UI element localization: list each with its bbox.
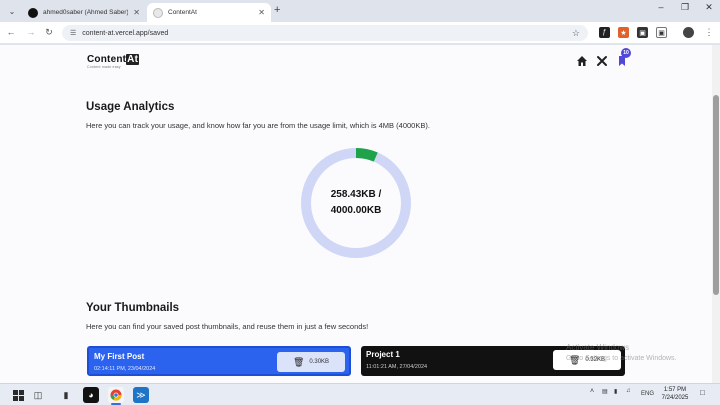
activate-windows-subtitle: Go to Settings to activate Windows. [566, 355, 677, 362]
extension-icon[interactable]: ★ [618, 27, 629, 38]
url-text[interactable]: content-at.vercel.app/saved [82, 30, 572, 37]
back-arrow-icon[interactable]: ← [4, 27, 18, 37]
vscode-icon[interactable]: ≫ [133, 387, 149, 403]
network-icon[interactable]: ▤ [602, 388, 608, 395]
file-explorer-icon[interactable]: ▮ [58, 387, 74, 403]
brand-text: Content [87, 54, 127, 65]
browser-tab-strip: ⌄ ahmed0saber (Ahmed Saber) ✕ ContentAt … [0, 0, 720, 22]
usage-used-value: 258.43KB / [330, 189, 382, 200]
usage-analytics-title: Usage Analytics [86, 101, 175, 113]
browser-menu-icon[interactable]: ⋮ [702, 27, 716, 38]
tab-label: ahmed0saber (Ahmed Saber) [43, 9, 129, 16]
address-bar[interactable]: ☰ content-at.vercel.app/saved ☆ [62, 25, 588, 41]
tab-github[interactable]: ahmed0saber (Ahmed Saber) ✕ [22, 3, 146, 22]
reload-icon[interactable]: ↻ [42, 27, 56, 38]
browser-toolbar: ← → ↻ ☰ content-at.vercel.app/saved ☆ ƒ … [0, 22, 720, 44]
thumbnails-description: Here you can find your saved post thumbn… [86, 322, 369, 331]
site-info-icon[interactable]: ☰ [70, 29, 76, 37]
page-content: ContentAt Content made easy 10 Usage Ana… [0, 45, 712, 383]
volume-icon[interactable]: ♫ [626, 388, 631, 394]
saved-bookmark-icon[interactable]: 10 [616, 48, 631, 67]
tab-close-icon[interactable]: ✕ [258, 8, 265, 17]
windows-taskbar: ◫ ▮ ◕ ≫ ˄ ▤ ▮ ♫ ENG 1:57 PM 7/24/2025 □ [0, 383, 720, 405]
new-tab-plus-icon[interactable]: + [274, 4, 280, 16]
usage-analytics-description: Here you can track your usage, and know … [86, 121, 430, 130]
tab-contentat[interactable]: ContentAt ✕ [147, 3, 271, 22]
battery-icon[interactable]: ▮ [614, 388, 617, 395]
brand-tagline: Content made easy [87, 65, 121, 69]
clock-time: 1:57 PM [663, 387, 687, 393]
activate-windows-title: Activate Windows [566, 343, 630, 352]
brand-name: ContentAt [87, 54, 140, 65]
minimize-icon[interactable]: – [650, 2, 672, 12]
tray-overflow-icon[interactable]: ˄ [590, 388, 594, 395]
trash-icon: 🗑 [292, 356, 305, 367]
taskbar-clock[interactable]: 1:57 PM 7/24/2025 [656, 386, 694, 402]
tab-label: ContentAt [168, 9, 197, 16]
thumbnail-card[interactable]: My First Post 02:14:11 PM, 23/04/2024 🗑 … [87, 346, 351, 376]
clock-date: 7/24/2025 [661, 395, 689, 401]
tab-search-icon[interactable]: ⌄ [4, 4, 20, 18]
windows-start-icon[interactable] [10, 387, 26, 403]
thumbnail-size: 0.30KB [309, 359, 330, 365]
tools-icon[interactable] [596, 55, 608, 67]
extension-icon[interactable]: ▣ [637, 27, 648, 38]
brand-logo[interactable]: ContentAt Content made easy [87, 54, 140, 69]
tab-close-icon[interactable]: ✕ [133, 8, 140, 17]
github-desktop-icon[interactable]: ◕ [83, 387, 99, 403]
extensions-puzzle-icon[interactable]: ▣ [656, 27, 667, 38]
language-indicator[interactable]: ENG [641, 391, 654, 397]
thumbnails-title: Your Thumbnails [86, 302, 180, 314]
saved-count-badge: 10 [621, 48, 631, 58]
delete-thumbnail-button[interactable]: 🗑 0.30KB [277, 352, 345, 372]
usage-donut-label: 258.43KB / 4000.00KB [300, 147, 412, 259]
page-scrollbar[interactable] [712, 45, 720, 383]
profile-avatar-icon[interactable] [683, 27, 694, 38]
notifications-icon[interactable]: □ [700, 388, 705, 397]
usage-limit-value: 4000.00KB [330, 205, 382, 216]
scrollbar-thumb[interactable] [713, 95, 719, 295]
bookmark-star-icon[interactable]: ☆ [572, 28, 580, 39]
header-nav: 10 [576, 48, 631, 67]
home-icon[interactable] [576, 55, 588, 67]
brand-highlight: At [126, 54, 140, 65]
extension-icon[interactable]: ƒ [599, 27, 610, 38]
contentat-favicon-icon [153, 7, 163, 18]
chrome-icon[interactable] [108, 387, 124, 405]
forward-arrow-icon[interactable]: → [24, 27, 38, 37]
window-close-icon[interactable]: ✕ [698, 2, 720, 13]
task-view-icon[interactable]: ◫ [30, 387, 46, 403]
github-icon [28, 7, 38, 18]
maximize-icon[interactable]: ❐ [674, 2, 696, 13]
